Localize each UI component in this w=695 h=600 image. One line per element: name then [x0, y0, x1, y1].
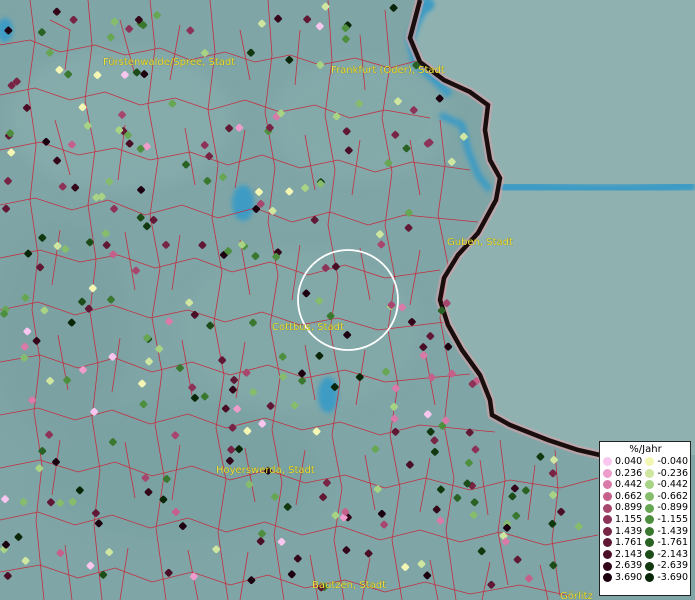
legend-row: -0.899: [645, 502, 688, 514]
legend-row: -0.662: [645, 491, 688, 503]
legend-value: -1.155: [657, 513, 688, 525]
legend-value: 0.442: [615, 479, 643, 491]
legend-swatch: [645, 468, 655, 478]
legend-row: -2.639: [645, 560, 688, 572]
city-label-frankfurt-oder: Frankfurt (Oder), Stadt: [331, 65, 445, 76]
map-legend: %/Jahr 0.040 0.236 0.442 0.662 0.899 1.155 1.4…: [599, 441, 691, 596]
legend-value: 0.899: [615, 502, 643, 514]
legend-swatch: [645, 503, 655, 513]
legend-row: 0.662: [603, 491, 645, 503]
legend-swatch: [603, 492, 612, 502]
lake: [232, 185, 254, 221]
legend-swatch: [645, 538, 655, 548]
legend-row: -3.690: [645, 572, 688, 584]
legend-swatch: [603, 480, 612, 490]
legend-value: 1.155: [615, 513, 643, 525]
legend-row: 2.639: [603, 560, 645, 572]
legend-row: -0.442: [645, 479, 688, 491]
legend-swatch: [645, 457, 655, 467]
legend-value: 0.040: [615, 456, 643, 467]
legend-value: -1.761: [657, 537, 688, 549]
legend-swatch: [603, 468, 612, 478]
legend-swatch: [603, 538, 612, 548]
legend-swatch: [603, 573, 612, 583]
legend-swatch: [645, 561, 655, 571]
legend-negative-column: -0.040 -0.236 -0.442 -0.662 -0.899 -1.155 -1.4…: [645, 456, 688, 584]
legend-title: %/Jahr: [629, 444, 662, 455]
legend-row: -0.236: [645, 468, 688, 480]
legend-row: 0.040: [603, 456, 645, 468]
city-label-goerlitz: Görlitz: [560, 591, 593, 600]
legend-value: 3.690: [615, 571, 643, 583]
legend-swatch: [645, 492, 655, 502]
legend-positive-column: 0.040 0.236 0.442 0.662 0.899 1.155 1.439 1.761…: [603, 456, 645, 584]
legend-row: 2.143: [603, 549, 645, 561]
legend-swatch: [645, 550, 655, 560]
legend-value: -0.899: [657, 502, 688, 514]
legend-value: -0.662: [657, 490, 688, 502]
legend-value: -0.442: [657, 479, 688, 491]
legend-value: -1.439: [657, 525, 688, 537]
legend-row: -1.155: [645, 514, 688, 526]
legend-value: 0.662: [615, 490, 643, 502]
city-label-hoyerswerda: Hoyerswerda, Stadt: [216, 465, 315, 476]
legend-swatch: [645, 526, 655, 536]
legend-row: -1.761: [645, 537, 688, 549]
legend-row: -0.040: [645, 456, 688, 468]
legend-row: -2.143: [645, 549, 688, 561]
legend-row: 0.442: [603, 479, 645, 491]
legend-value: 1.761: [615, 537, 643, 549]
legend-value: -2.143: [657, 548, 688, 560]
legend-row: -1.439: [645, 526, 688, 538]
legend-row: 3.690: [603, 572, 645, 584]
legend-value: 2.639: [615, 560, 643, 572]
legend-swatch: [645, 573, 655, 583]
legend-row: 0.236: [603, 468, 645, 480]
legend-swatch: [603, 515, 612, 525]
city-label-fuerstenwalde: Fürstenwalde/Spree, Stadt: [103, 57, 235, 68]
legend-row: 1.761: [603, 537, 645, 549]
legend-swatch: [603, 503, 612, 513]
legend-value: -3.690: [657, 571, 688, 583]
legend-swatch: [603, 561, 612, 571]
legend-swatch: [603, 457, 612, 467]
legend-swatch: [645, 515, 655, 525]
map-canvas[interactable]: Fürstenwalde/Spree, Stadt Frankfurt (Ode…: [0, 0, 695, 600]
legend-swatch: [645, 480, 655, 490]
legend-value: -2.639: [657, 560, 688, 572]
legend-value: 2.143: [615, 548, 643, 560]
legend-value: -0.236: [657, 467, 688, 479]
legend-row: 1.439: [603, 526, 645, 538]
city-label-guben: Guben, Stadt: [447, 237, 513, 248]
city-label-bautzen: Bautzen, Stadt: [312, 580, 386, 591]
legend-swatch: [603, 526, 612, 536]
city-label-cottbus: Cottbus, Stadt: [272, 322, 344, 333]
legend-value: 1.439: [615, 525, 643, 537]
lake: [318, 377, 338, 413]
river-neisse: [497, 179, 695, 196]
legend-row: 1.155: [603, 514, 645, 526]
legend-value: 0.236: [615, 467, 643, 479]
legend-row: 0.899: [603, 502, 645, 514]
legend-swatch: [603, 550, 612, 560]
legend-value: -0.040: [657, 456, 688, 467]
